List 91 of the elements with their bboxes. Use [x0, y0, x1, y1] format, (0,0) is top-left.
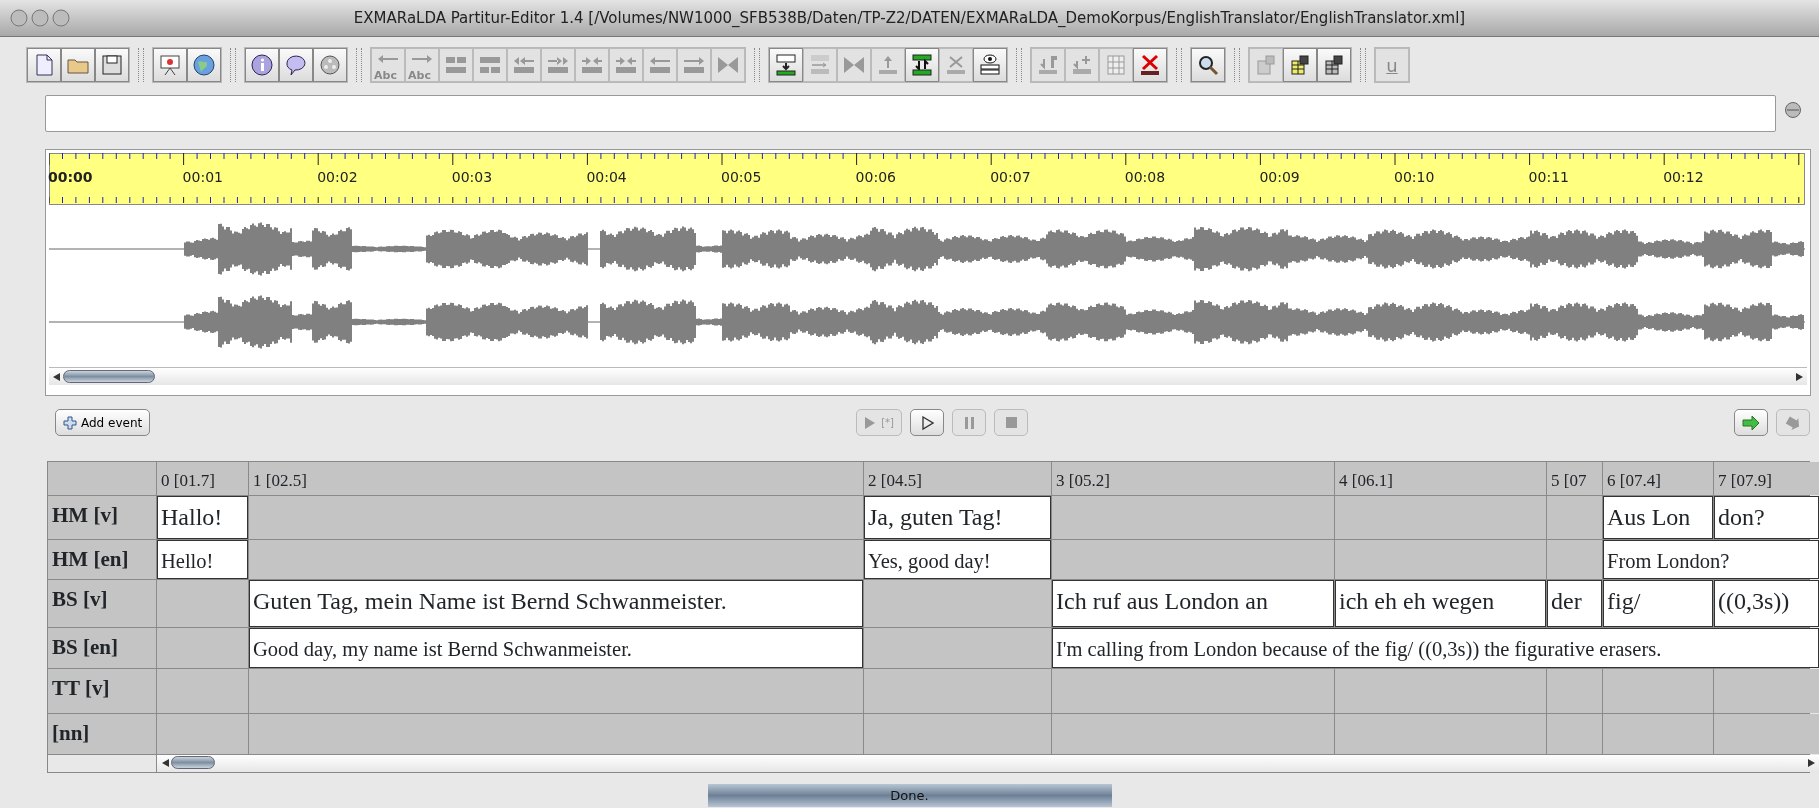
- speech-bubble-icon: [284, 53, 308, 77]
- stop-icon: [1004, 414, 1018, 431]
- toolbar-button[interactable]: [1191, 48, 1225, 82]
- search-icon: [1196, 53, 1220, 77]
- time-label: 00:02: [317, 168, 358, 187]
- event-cell[interactable]: Ja, guten Tag!: [864, 496, 1051, 539]
- delete-x-icon: [1138, 53, 1162, 77]
- tier-insert-icon: [774, 53, 798, 77]
- time-label: 00:08: [1124, 168, 1166, 187]
- tier-label: BS [en]: [48, 628, 156, 668]
- event-cell[interactable]: Hallo!: [157, 496, 248, 539]
- column-header: 3 [05.2]: [1052, 462, 1334, 495]
- column-header: 2 [04.5]: [864, 462, 1051, 495]
- scroll-right-icon: [1808, 759, 1816, 767]
- event-cell[interactable]: ich eh eh wegen: [1335, 580, 1546, 627]
- toolbar-button[interactable]: [1133, 48, 1167, 82]
- event-cell[interactable]: Yes, good day!: [864, 540, 1051, 579]
- event-cell[interactable]: der: [1547, 580, 1602, 627]
- swap-arrows-icon: [910, 53, 934, 77]
- time-label: 00:11: [1528, 168, 1569, 187]
- toolbar-button[interactable]: [973, 48, 1007, 82]
- window-title: EXMARaLDA Partitur-Editor 1.4 [/Volumes/NW1000_SFB538B/Daten/TP-Z2/DATEN/EXMARaLDA_DemoKorpus/EnglishTranslator/EnglishTranslator.xml]: [353, 7, 1466, 29]
- column-header: 0 [01.7]: [157, 462, 248, 495]
- event-cell[interactable]: Good day, my name ist Bernd Schwanmeister.: [249, 628, 863, 668]
- tier-label: HM [en]: [48, 540, 156, 579]
- toolbar-button[interactable]: [187, 48, 221, 82]
- time-label: 00:09: [1259, 168, 1300, 187]
- circle-icon: [1784, 100, 1802, 119]
- window-buttons-icon: [10, 9, 72, 27]
- plus-icon: [63, 415, 77, 430]
- event-cell[interactable]: Guten Tag, mein Name ist Bernd Schwanmeister.: [249, 580, 863, 627]
- play-icon: [920, 414, 934, 431]
- column-header: 6 [07.4]: [1603, 462, 1713, 495]
- tier-label: BS [v]: [48, 580, 156, 627]
- eraser-icon: [944, 53, 968, 77]
- toolbar-button[interactable]: [1317, 48, 1351, 82]
- event-cell[interactable]: fig/: [1603, 580, 1713, 627]
- scrollbar-thumb[interactable]: [171, 756, 215, 769]
- toolbar-button[interactable]: [245, 48, 279, 82]
- event-cell[interactable]: don?: [1714, 496, 1819, 539]
- event-cell[interactable]: ((0,3s)): [1714, 580, 1819, 627]
- toolbar-button[interactable]: [279, 48, 313, 82]
- time-label: 00:03: [451, 168, 493, 187]
- columns-icon: [1104, 53, 1128, 77]
- arrow-right-icon: [410, 54, 434, 64]
- easel-icon: [158, 53, 182, 77]
- scroll-right-icon: [1796, 373, 1804, 381]
- player-button[interactable]: [910, 409, 944, 436]
- eye-icon: [978, 53, 1002, 77]
- scroll-left-icon: [52, 373, 60, 381]
- event-cell[interactable]: I'm calling from London because of the fig/ ((0,3s)) the figurative erasers.: [1052, 628, 1819, 668]
- add-event-button[interactable]: Add event: [55, 409, 151, 436]
- time-label: 00:10: [1394, 168, 1435, 187]
- building-icon: [1254, 53, 1278, 77]
- scrollbar-thumb[interactable]: [63, 370, 155, 383]
- time-label: 00:05: [721, 168, 762, 187]
- pause-icon: [962, 414, 976, 431]
- tier-label: [nn]: [48, 714, 156, 754]
- status-bar: Done.: [707, 784, 1112, 807]
- column-header: 1 [02.5]: [249, 462, 863, 495]
- text-field[interactable]: [45, 95, 1776, 132]
- globe-icon: [192, 53, 216, 77]
- time-label: 00:06: [855, 168, 896, 187]
- event-cell[interactable]: From London?: [1603, 540, 1819, 579]
- arrow-icon: [1785, 415, 1801, 430]
- time-label: 00:07: [990, 168, 1031, 187]
- toolbar-button[interactable]: [769, 48, 803, 82]
- column-header: 7 [07.9]: [1714, 462, 1819, 495]
- film-reel-icon: [318, 53, 342, 77]
- arrow-left-icon: [376, 54, 400, 64]
- tier-arrow-icon: [808, 53, 832, 77]
- time-label: 00:04: [586, 168, 627, 187]
- arrow-right-icon: [1742, 415, 1760, 430]
- toolbar-button[interactable]: [905, 48, 939, 82]
- building-icon: [1322, 53, 1346, 77]
- toolbar-button[interactable]: [1283, 48, 1317, 82]
- tier-label: TT [v]: [48, 669, 156, 713]
- tier-label: HM [v]: [48, 496, 156, 539]
- navigation-button[interactable]: [1734, 409, 1768, 436]
- time-label: 00:12: [1663, 168, 1704, 187]
- time-label: 00:01: [182, 168, 223, 187]
- info-icon: [250, 53, 274, 77]
- building-icon: [1288, 53, 1312, 77]
- column-header: 5 [07: [1547, 462, 1602, 495]
- plus-icon: [1070, 53, 1094, 77]
- event-cell[interactable]: Ich ruf aus London an: [1052, 580, 1334, 627]
- event-cell[interactable]: Aus Lon: [1603, 496, 1713, 539]
- scroll-left-icon: [161, 759, 169, 767]
- upload-arrow-icon: [1036, 53, 1060, 77]
- event-cell[interactable]: Hello!: [157, 540, 248, 579]
- column-header: 4 [06.1]: [1335, 462, 1546, 495]
